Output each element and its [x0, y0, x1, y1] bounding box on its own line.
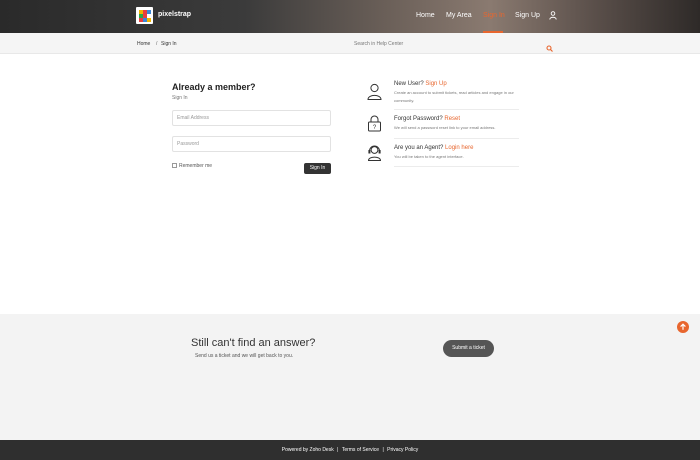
brand-name[interactable]: pixelstrap — [158, 11, 191, 18]
agent-text: Are you an Agent? — [394, 145, 444, 151]
login-here-link[interactable]: Login here — [445, 145, 473, 151]
user-profile-icon — [367, 83, 382, 100]
footer-separator: | — [382, 447, 384, 453]
divider — [394, 138, 519, 139]
cta-subtitle: Send us a ticket and we will get back to… — [195, 353, 294, 359]
top-header: pixelstrap Home My Area Sign In Sign Up — [0, 0, 700, 33]
new-user-title: New User? Sign Up — [394, 81, 447, 87]
nav-home[interactable]: Home — [416, 12, 435, 19]
search-input[interactable]: Search in Help Center — [354, 41, 544, 47]
scroll-to-top-button[interactable] — [677, 321, 689, 333]
agent-title: Are you an Agent? Login here — [394, 145, 473, 151]
lock-icon: ? — [367, 115, 382, 132]
breadcrumb-separator: / — [156, 41, 158, 47]
forgot-password-description: We will send a password reset link to yo… — [394, 125, 496, 130]
privacy-link[interactable]: Privacy Policy — [387, 447, 418, 453]
breadcrumb-bar: Home / Sign In Search in Help Center — [0, 33, 700, 54]
remember-me-label[interactable]: Remember me — [179, 163, 212, 169]
brand-logo-icon[interactable] — [136, 7, 153, 24]
password-field[interactable] — [172, 136, 331, 152]
new-user-description: Create an account to submit tickets, rea… — [394, 90, 514, 103]
user-menu-icon[interactable] — [549, 11, 557, 20]
login-title: Already a member? — [172, 82, 256, 92]
sign-in-button[interactable]: Sign In — [304, 163, 331, 174]
forgot-password-text: Forgot Password? — [394, 116, 443, 122]
agent-description: You will be taken to the agent interface… — [394, 154, 464, 159]
submit-ticket-button[interactable]: Submit a ticket — [443, 340, 494, 357]
headset-agent-icon — [367, 144, 382, 161]
new-user-text: New User? — [394, 81, 424, 87]
cta-section — [0, 314, 700, 440]
remember-me-checkbox[interactable] — [172, 163, 177, 168]
terms-link[interactable]: Terms of Service — [342, 447, 379, 453]
forgot-password-title: Forgot Password? Reset — [394, 116, 460, 122]
sign-up-link[interactable]: Sign Up — [425, 81, 446, 87]
reset-link[interactable]: Reset — [444, 116, 460, 122]
search-icon[interactable] — [546, 39, 553, 52]
login-subtitle: Sign In — [172, 95, 188, 101]
divider — [394, 109, 519, 110]
arrow-up-icon — [680, 323, 686, 330]
page-footer: Powered by Zoho Desk | Terms of Service … — [0, 440, 700, 460]
footer-separator: | — [337, 447, 339, 453]
powered-by-link[interactable]: Powered by Zoho Desk — [282, 447, 334, 453]
cta-title: Still can't find an answer? — [191, 337, 316, 349]
svg-text:?: ? — [373, 125, 377, 131]
email-field[interactable] — [172, 110, 331, 126]
breadcrumb-current: Sign In — [161, 41, 177, 47]
breadcrumb-home[interactable]: Home — [137, 41, 150, 47]
divider — [394, 166, 519, 167]
nav-sign-in[interactable]: Sign In — [483, 12, 505, 19]
nav-sign-up[interactable]: Sign Up — [515, 12, 540, 19]
nav-my-area[interactable]: My Area — [446, 12, 472, 19]
